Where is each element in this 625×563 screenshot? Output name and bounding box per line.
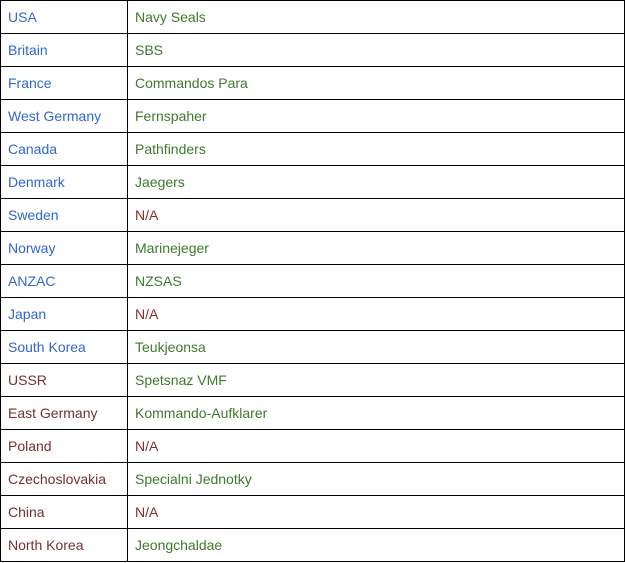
- unit-cell: N/A: [127, 495, 625, 529]
- unit-cell: Jeongchaldae: [127, 528, 625, 562]
- table-row: Sweden N/A: [0, 198, 625, 232]
- country-cell: Denmark: [0, 165, 128, 199]
- country-cell: Norway: [0, 231, 128, 265]
- table-row: North Korea Jeongchaldae: [0, 528, 625, 562]
- table-row: Norway Marinejeger: [0, 231, 625, 265]
- country-cell: France: [0, 66, 128, 100]
- unit-cell: NZSAS: [127, 264, 625, 298]
- table-row: USSR Spetsnaz VMF: [0, 363, 625, 397]
- table-row: Denmark Jaegers: [0, 165, 625, 199]
- unit-cell: Teukjeonsa: [127, 330, 625, 364]
- table-row: Czechoslovakia Specialni Jednotky: [0, 462, 625, 496]
- unit-cell: Fernspaher: [127, 99, 625, 133]
- unit-cell: Kommando-Aufklarer: [127, 396, 625, 430]
- table-row: Britain SBS: [0, 33, 625, 67]
- country-cell: USA: [0, 0, 128, 34]
- unit-cell: Marinejeger: [127, 231, 625, 265]
- country-cell: East Germany: [0, 396, 128, 430]
- table-row: USA Navy Seals: [0, 0, 625, 34]
- country-cell: West Germany: [0, 99, 128, 133]
- country-cell: Britain: [0, 33, 128, 67]
- table-row: China N/A: [0, 495, 625, 529]
- unit-cell: N/A: [127, 297, 625, 331]
- table-row: South Korea Teukjeonsa: [0, 330, 625, 364]
- country-cell: South Korea: [0, 330, 128, 364]
- country-cell: Poland: [0, 429, 128, 463]
- table-row: France Commandos Para: [0, 66, 625, 100]
- unit-cell: Pathfinders: [127, 132, 625, 166]
- unit-cell: Commandos Para: [127, 66, 625, 100]
- country-cell: China: [0, 495, 128, 529]
- unit-cell: Jaegers: [127, 165, 625, 199]
- unit-cell: N/A: [127, 429, 625, 463]
- unit-cell: Specialni Jednotky: [127, 462, 625, 496]
- table-row: East Germany Kommando-Aufklarer: [0, 396, 625, 430]
- unit-cell: Spetsnaz VMF: [127, 363, 625, 397]
- table-row: West Germany Fernspaher: [0, 99, 625, 133]
- country-cell: USSR: [0, 363, 128, 397]
- country-cell: Japan: [0, 297, 128, 331]
- country-cell: North Korea: [0, 528, 128, 562]
- unit-cell: Navy Seals: [127, 0, 625, 34]
- special-forces-table: USA Navy Seals Britain SBS France Commandos P…: [0, 0, 625, 562]
- country-cell: ANZAC: [0, 264, 128, 298]
- unit-cell: N/A: [127, 198, 625, 232]
- country-cell: Sweden: [0, 198, 128, 232]
- table-row: Poland N/A: [0, 429, 625, 463]
- country-cell: Canada: [0, 132, 128, 166]
- table-row: Canada Pathfinders: [0, 132, 625, 166]
- table-row: Japan N/A: [0, 297, 625, 331]
- unit-cell: SBS: [127, 33, 625, 67]
- table-row: ANZAC NZSAS: [0, 264, 625, 298]
- table-body: USA Navy Seals Britain SBS France Commandos P…: [0, 0, 625, 562]
- country-cell: Czechoslovakia: [0, 462, 128, 496]
